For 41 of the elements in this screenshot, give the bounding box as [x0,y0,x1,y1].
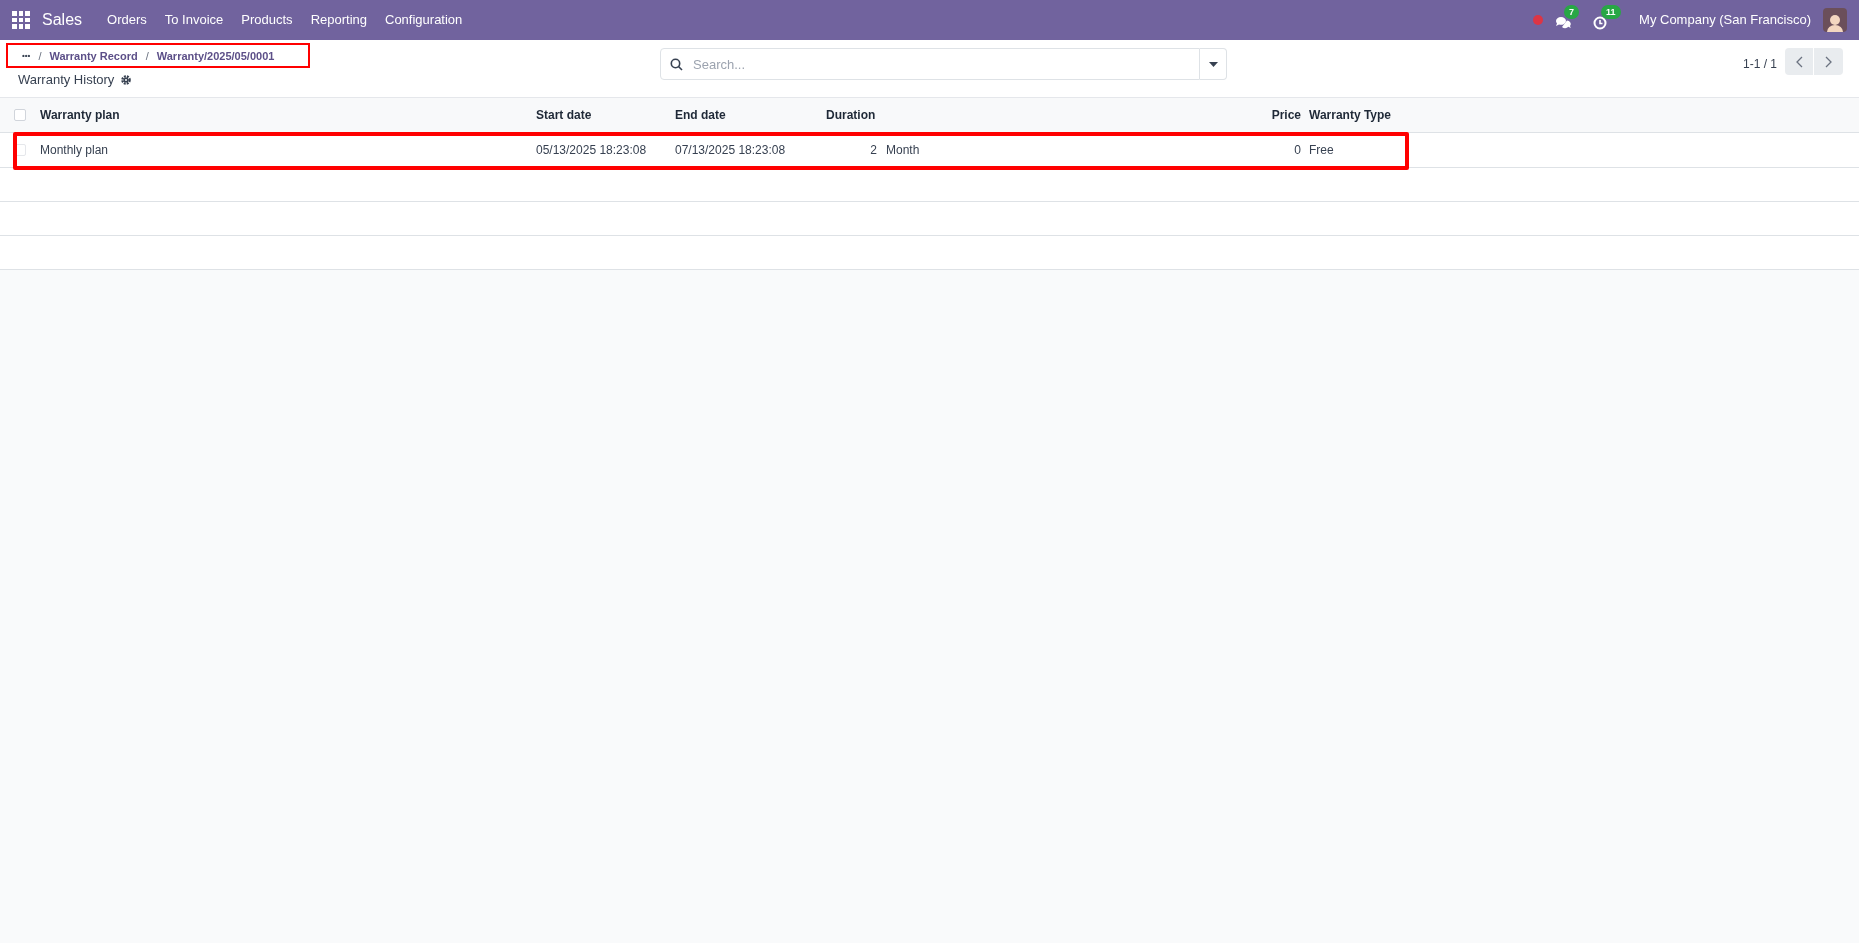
menu-item[interactable]: To Invoice [155,10,233,30]
breadcrumb-more-button[interactable]: ••• [22,49,31,62]
table-cell-text: Month [886,142,920,159]
search-options-button[interactable] [1200,48,1227,80]
column-header[interactable]: Duration [826,106,876,124]
pager-value: 1-1 / 1 [1742,56,1777,73]
column-header[interactable]: Warranty Type [1309,106,1429,124]
clock-icon [1593,16,1608,30]
app-name[interactable]: Sales [42,8,83,32]
breadcrumb-separator: / [145,48,149,64]
user-avatar[interactable] [1823,8,1847,32]
count-badge: 11 [1601,5,1621,19]
column-header[interactable]: Price [1271,106,1309,124]
menu-item[interactable]: Reporting [301,10,376,30]
menu-item[interactable]: Orders [98,10,156,30]
count-badge: 7 [1564,5,1580,19]
view-title: Warranty History [18,71,115,89]
select-all-checkbox[interactable] [14,109,26,121]
menu-item[interactable]: Products [232,10,302,30]
company-switcher[interactable]: My Company (San Francisco) [1639,10,1811,30]
column-header[interactable]: Start date [536,106,675,124]
chevron-left-icon [1795,55,1803,68]
table-cell-text: 07/13/2025 18:23:08 [675,142,787,159]
column-header[interactable]: End date [675,106,826,124]
chevron-right-icon [1825,55,1832,68]
table-cell-text: Monthly plan [40,142,110,159]
breadcrumb-separator: / [38,48,42,64]
table-cell-text: Free [1309,142,1335,159]
search-field[interactable]: Search... [660,48,1200,80]
chat-bubbles-icon [1555,16,1572,30]
table-cell-text: 2 [869,142,877,159]
table-cell-text: 05/13/2025 18:23:08 [536,142,648,159]
caret-icon [1208,61,1218,67]
menu-item[interactable]: Configuration [376,10,472,30]
search-icon [670,58,683,71]
gear-icon[interactable] [120,73,133,86]
table-cell-text: 0 [1294,142,1302,159]
apps-menu-icon[interactable] [12,11,30,29]
breadcrumb-link[interactable]: Warranty/2025/05/0001 [156,47,275,64]
column-header[interactable]: Warranty plan [40,106,536,124]
breadcrumb-link[interactable]: Warranty Record [49,47,138,64]
